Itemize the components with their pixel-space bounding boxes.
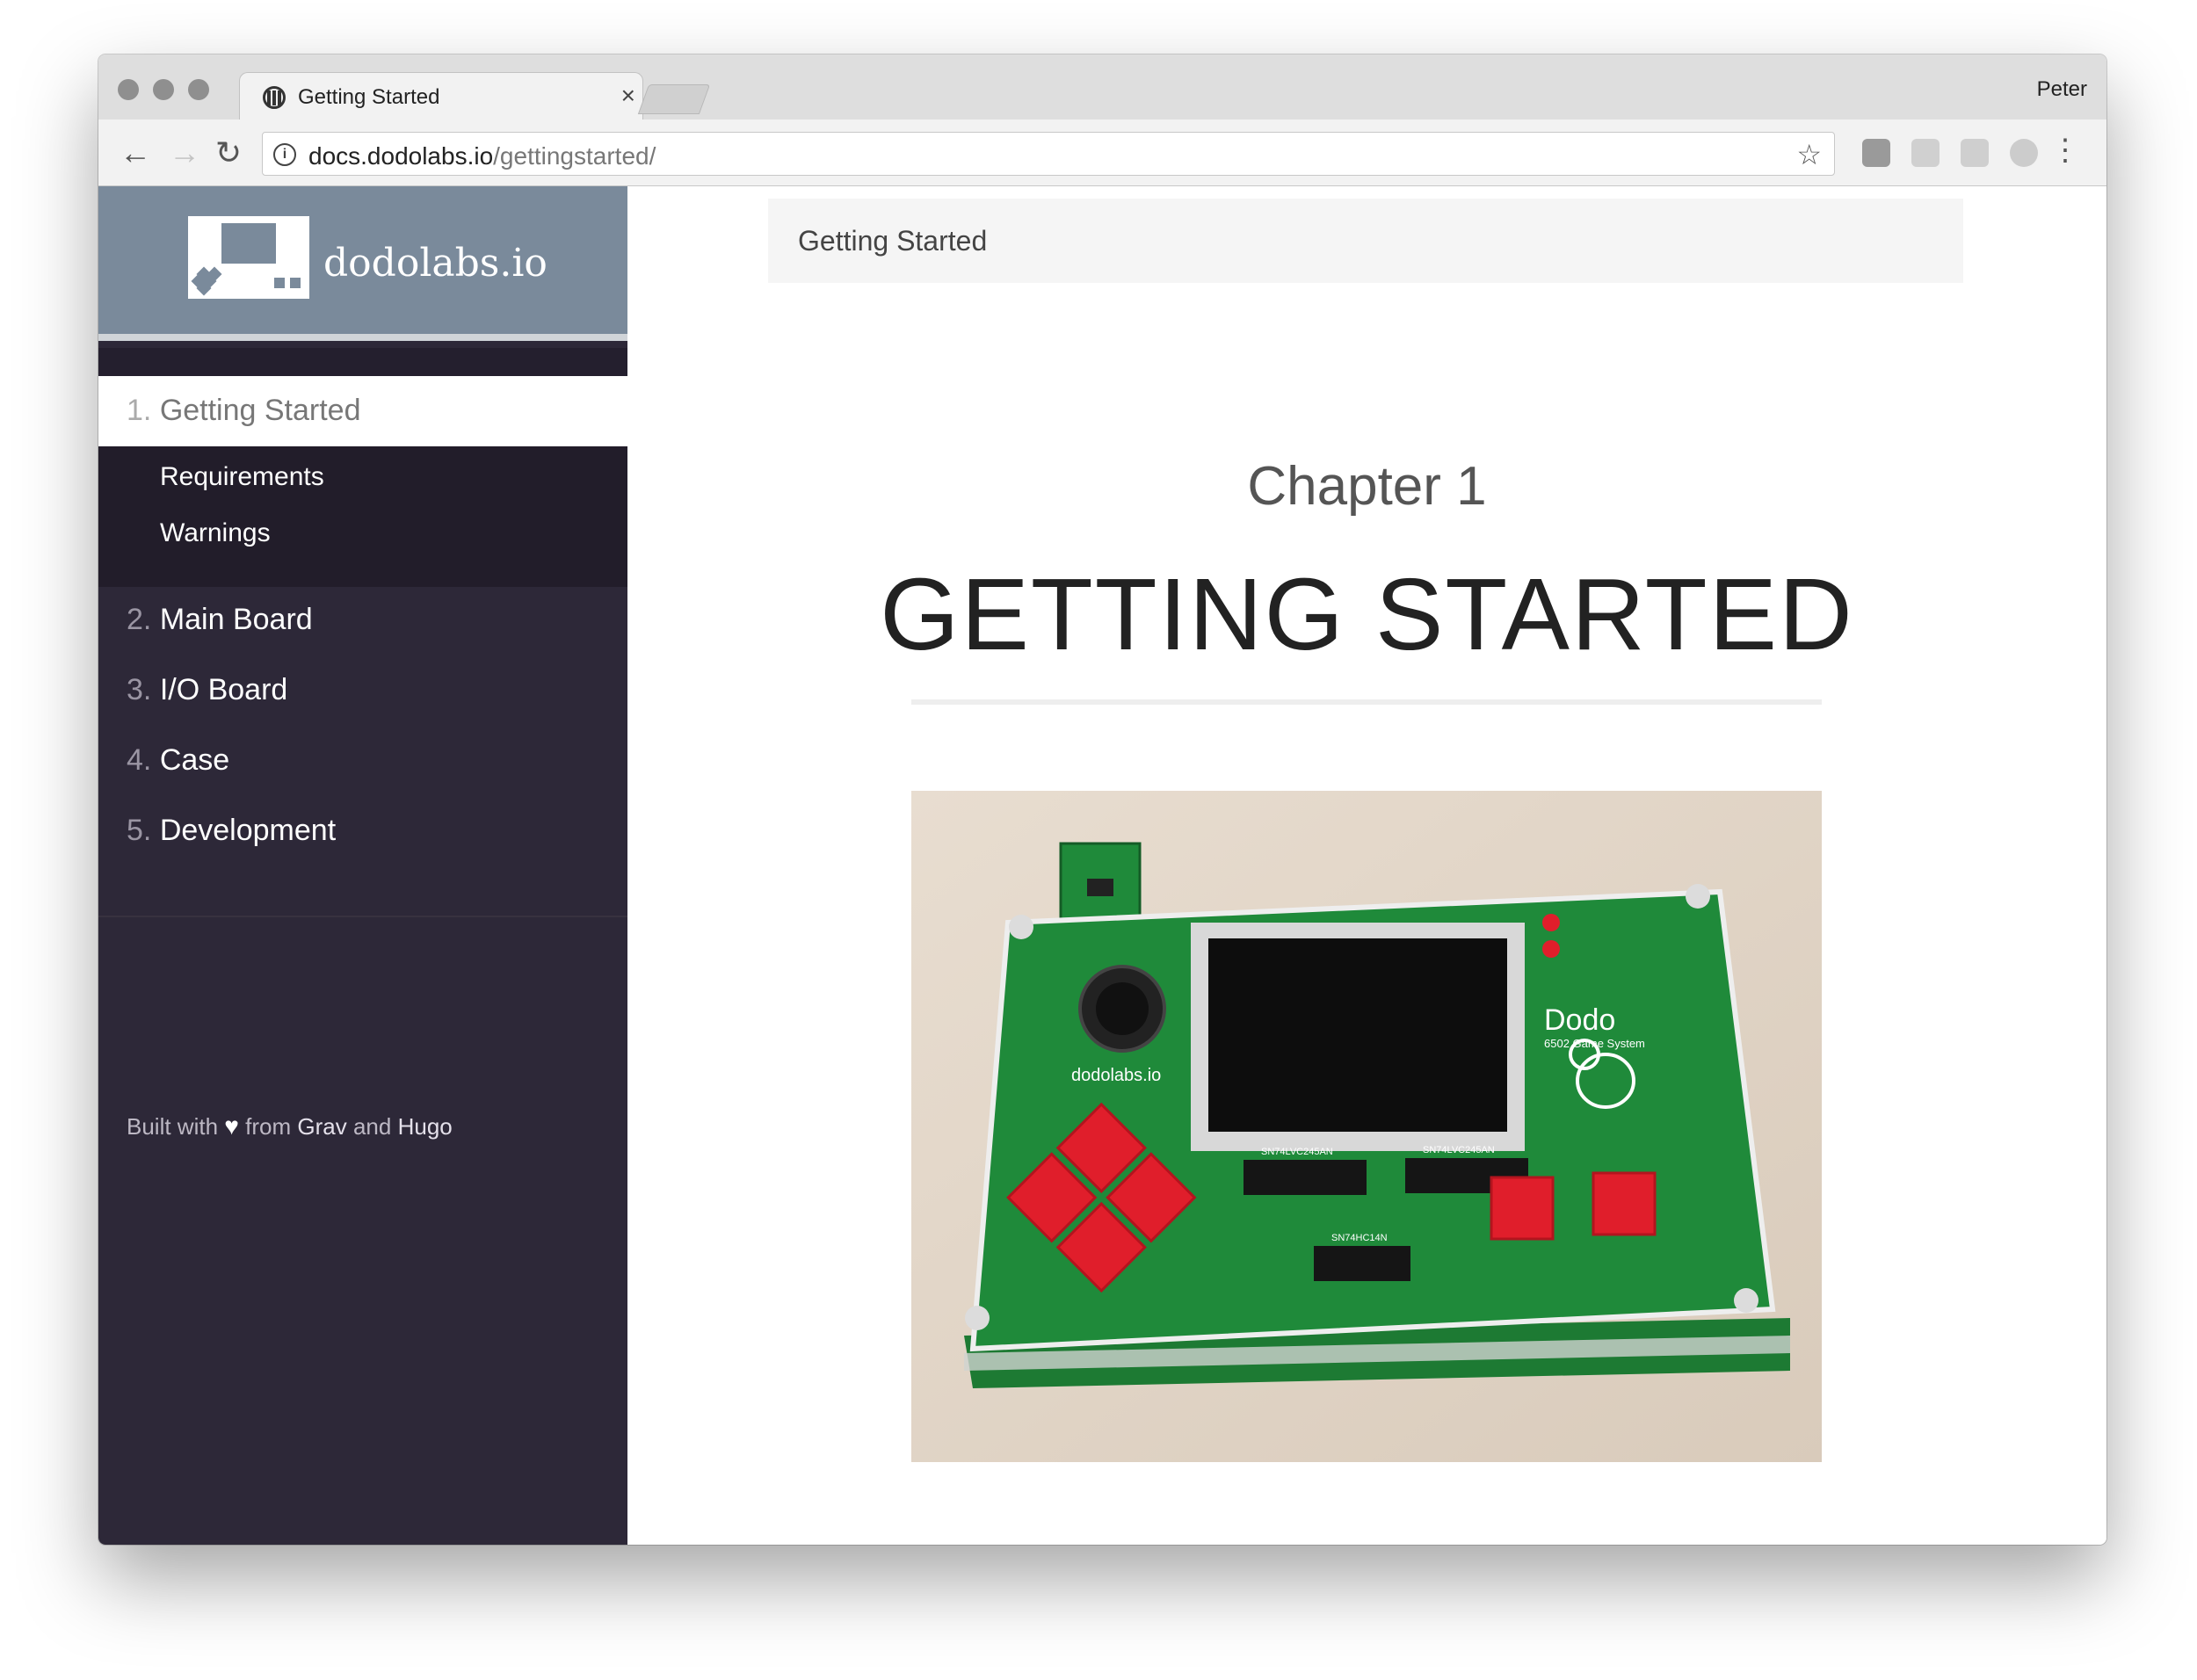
- sidebar-item-main-board[interactable]: 2. Main Board: [127, 603, 313, 637]
- extension-3-icon[interactable]: [1961, 139, 1989, 167]
- dodolabs-logo-icon: [188, 216, 309, 299]
- brand-header[interactable]: dodolabs.io: [98, 186, 627, 341]
- chapter-label: Chapter 1: [1247, 456, 1487, 517]
- grav-link[interactable]: Grav: [297, 1113, 346, 1140]
- main-content: Getting Started Chapter 1 GETTING STARTE…: [627, 186, 2106, 1545]
- tab-close-icon[interactable]: ×: [621, 82, 635, 110]
- extension-4-icon[interactable]: [2010, 139, 2038, 167]
- sidebar-item-label: 1. Getting Started: [127, 394, 361, 427]
- zoom-window-button[interactable]: [188, 79, 209, 100]
- address-bar[interactable]: i docs.dodolabs.io/gettingstarted/ ☆: [262, 132, 1835, 176]
- url-text[interactable]: docs.dodolabs.io/gettingstarted/: [308, 142, 656, 170]
- breadcrumb: Getting Started: [768, 199, 1963, 283]
- extension-2-icon[interactable]: [1911, 139, 1940, 167]
- board-brand-text: dodolabs.io: [1071, 1066, 1161, 1085]
- board-name-text: Dodo: [1544, 1003, 1615, 1037]
- dodo-board-photo: dodolabs.io Dodo 6502 Game System SN74LV…: [911, 791, 1822, 1462]
- brand-name: dodolabs.io: [323, 241, 547, 286]
- browser-toolbar: ← → ↻ i docs.dodolabs.io/gettingstarted/…: [98, 119, 2106, 186]
- sidebar-item-getting-started[interactable]: 1. Getting Started: [98, 376, 627, 446]
- browser-window: Getting Started × Peter ← → ↻ i docs.dod…: [98, 54, 2106, 1545]
- browser-menu-icon[interactable]: ⋮: [2050, 135, 2080, 165]
- browser-tab[interactable]: Getting Started ×: [239, 72, 643, 121]
- board-subtitle-text: 6502 Game System: [1544, 1037, 1645, 1050]
- tab-strip: Getting Started × Peter: [98, 54, 2106, 121]
- subnav-item-warnings[interactable]: Warnings: [160, 518, 271, 548]
- extension-1-icon[interactable]: [1862, 139, 1890, 167]
- minimize-window-button[interactable]: [153, 79, 174, 100]
- new-tab-button[interactable]: [637, 84, 711, 114]
- page: dodolabs.io 1. Getting Started Requireme…: [98, 186, 2106, 1545]
- url-host: docs.dodolabs.io: [308, 142, 494, 170]
- close-window-button[interactable]: [118, 79, 139, 100]
- hugo-link[interactable]: Hugo: [398, 1113, 453, 1140]
- grav-favicon-icon: [263, 86, 286, 109]
- built-with-footer: Built with ♥ from Grav and Hugo: [127, 1112, 453, 1140]
- sidebar-item-development[interactable]: 5. Development: [127, 814, 336, 848]
- chip-3-label: SN74HC14N: [1331, 1233, 1388, 1243]
- title-divider: [911, 699, 1822, 705]
- subnav: Requirements Warnings: [98, 446, 627, 587]
- page-title: GETTING STARTED: [880, 557, 1854, 671]
- sidebar: dodolabs.io 1. Getting Started Requireme…: [98, 186, 627, 1545]
- sidebar-item-case[interactable]: 4. Case: [127, 743, 229, 778]
- forward-arrow-icon[interactable]: →: [167, 134, 202, 172]
- heart-icon: ♥: [224, 1112, 239, 1140]
- chip-2-label: SN74LVC245AN: [1423, 1145, 1495, 1155]
- sidebar-item-io-board[interactable]: 3. I/O Board: [127, 673, 287, 707]
- back-arrow-icon[interactable]: ←: [118, 134, 153, 172]
- sidebar-divider: [98, 916, 627, 917]
- profile-name[interactable]: Peter: [2037, 77, 2087, 102]
- bookmark-star-icon[interactable]: ☆: [1796, 138, 1822, 171]
- tab-title: Getting Started: [298, 85, 440, 109]
- subnav-item-requirements[interactable]: Requirements: [160, 462, 324, 492]
- brand-strip: [98, 348, 627, 376]
- breadcrumb-item[interactable]: Getting Started: [798, 225, 987, 257]
- chip-1-label: SN74LVC245AN: [1261, 1147, 1333, 1157]
- reload-icon[interactable]: ↻: [211, 134, 246, 172]
- site-info-icon[interactable]: i: [273, 143, 296, 166]
- url-path: /gettingstarted/: [493, 142, 656, 170]
